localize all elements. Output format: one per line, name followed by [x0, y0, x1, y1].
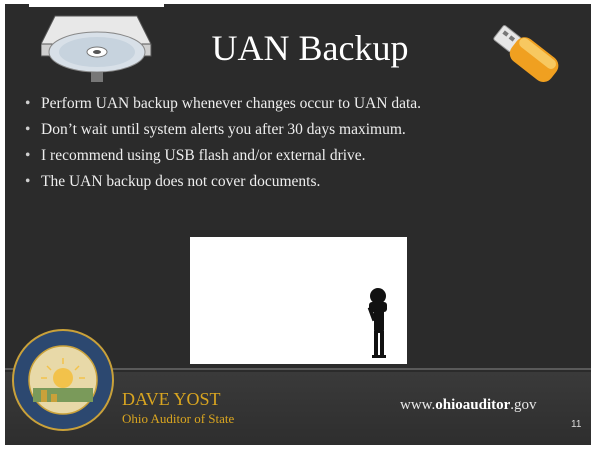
auditor-name: DAVE YOST	[122, 389, 221, 409]
bullet-text: I recommend using USB flash and/or exter…	[41, 147, 366, 164]
page-number: 11	[571, 419, 582, 430]
usb-flash-drive-icon	[483, 18, 565, 88]
bullet-text: Don’t wait until system alerts you after…	[41, 121, 406, 138]
ohio-auditor-seal-icon	[11, 324, 115, 434]
bullet-text: The UAN backup does not cover documents.	[41, 173, 321, 190]
bullet-marker: •	[25, 173, 31, 190]
standing-figure-icon	[360, 287, 396, 359]
media-placeholder[interactable]	[190, 237, 407, 364]
website-link[interactable]: www.ohioauditor.gov	[400, 397, 537, 414]
bullet-item: • I recommend using USB flash and/or exte…	[23, 146, 513, 166]
bullet-marker: •	[25, 147, 31, 164]
auditor-role: Ohio Auditor of State	[122, 411, 235, 426]
bullet-item: • Perform UAN backup whenever changes occ…	[23, 94, 513, 114]
cd-drive-icon	[40, 10, 161, 86]
website-suffix: .gov	[510, 397, 537, 413]
website-domain: ohioauditor	[435, 397, 511, 413]
bullet-item: • Don’t wait until system alerts you afte…	[23, 120, 513, 140]
bullet-marker: •	[25, 121, 31, 138]
website-prefix: www.	[400, 397, 436, 413]
bullet-list: • Perform UAN backup whenever changes occ…	[23, 94, 513, 198]
top-strip-divider	[29, 4, 164, 7]
slide-title: UAN Backup	[211, 28, 409, 68]
bullet-marker: •	[25, 95, 31, 112]
bullet-text: Perform UAN backup whenever changes occu…	[41, 95, 422, 112]
bullet-item: • The UAN backup does not cover documents…	[23, 172, 513, 192]
slide: UAN Backup • Perform UAN backup whenever …	[5, 4, 591, 445]
